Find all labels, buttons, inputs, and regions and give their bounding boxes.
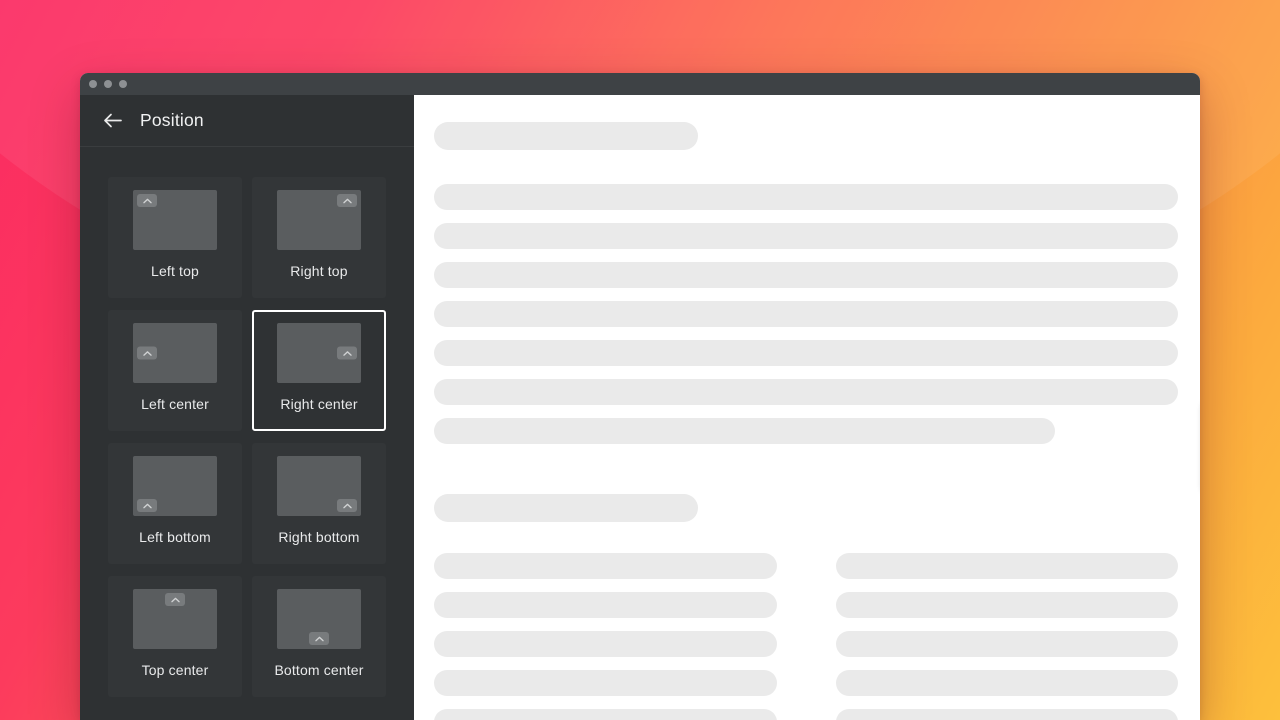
window-dot-close[interactable] xyxy=(89,80,97,88)
window-dot-minimize[interactable] xyxy=(104,80,112,88)
skeleton-row xyxy=(434,262,1178,288)
skeleton-column-left xyxy=(434,553,777,720)
chevron-up-icon xyxy=(337,194,357,207)
position-card-top-center[interactable]: Top center xyxy=(108,576,242,697)
content-pane: TO TOP xyxy=(414,95,1200,720)
position-card-label: Right top xyxy=(290,263,348,279)
position-card-grid: Left top Right top Left center Right center… xyxy=(80,147,414,720)
content-block-secondary xyxy=(414,457,1200,720)
page-title: Position xyxy=(140,110,204,130)
skeleton-row xyxy=(434,223,1178,249)
position-card-label: Right bottom xyxy=(278,529,360,545)
skeleton-row xyxy=(434,379,1178,405)
skeleton-row xyxy=(434,709,777,720)
skeleton-heading xyxy=(434,122,698,150)
chevron-up-icon xyxy=(337,346,357,360)
window-body: Position Left top Right top Left center Rig… xyxy=(80,95,1200,720)
chevron-up-icon xyxy=(137,346,157,360)
skeleton-row xyxy=(434,301,1178,327)
chevron-up-icon xyxy=(137,499,157,512)
skeleton-row xyxy=(835,553,1178,579)
position-card-label: Left top xyxy=(151,263,199,279)
position-preview-thumbnail xyxy=(277,589,361,649)
skeleton-row xyxy=(434,592,777,618)
skeleton-heading xyxy=(434,494,698,522)
skeleton-row xyxy=(835,631,1178,657)
chevron-up-icon xyxy=(337,499,357,512)
position-preview-thumbnail xyxy=(133,589,217,649)
skeleton-row xyxy=(434,631,777,657)
position-preview-thumbnail xyxy=(133,456,217,516)
skeleton-row xyxy=(434,418,1056,444)
browser-window: Position Left top Right top Left center Rig… xyxy=(80,73,1200,720)
position-sidebar: Position Left top Right top Left center Rig… xyxy=(80,95,414,720)
skeleton-row xyxy=(835,709,1178,720)
chevron-up-icon xyxy=(309,632,329,645)
position-card-label: Top center xyxy=(141,662,209,678)
position-preview-thumbnail xyxy=(277,456,361,516)
position-preview-thumbnail xyxy=(133,323,217,383)
position-card-right-bottom[interactable]: Right bottom xyxy=(252,443,386,564)
chevron-up-icon xyxy=(137,194,157,207)
position-card-label: Left center xyxy=(141,396,209,412)
position-preview-thumbnail xyxy=(277,323,361,383)
skeleton-column-right xyxy=(835,553,1178,720)
skeleton-row xyxy=(434,184,1178,210)
skeleton-row xyxy=(835,670,1178,696)
position-card-label: Left bottom xyxy=(139,529,211,545)
position-card-label: Bottom center xyxy=(274,662,364,678)
position-preview-thumbnail xyxy=(277,190,361,250)
window-dot-maximize[interactable] xyxy=(119,80,127,88)
chevron-up-icon xyxy=(165,593,185,606)
position-card-left-bottom[interactable]: Left bottom xyxy=(108,443,242,564)
position-card-left-top[interactable]: Left top xyxy=(108,177,242,298)
skeleton-row xyxy=(434,553,777,579)
skeleton-row xyxy=(434,670,777,696)
window-titlebar xyxy=(80,73,1200,95)
position-card-right-center[interactable]: Right center xyxy=(252,310,386,431)
content-block-primary xyxy=(414,122,1200,444)
skeleton-row xyxy=(835,592,1178,618)
skeleton-two-column xyxy=(434,553,1178,720)
skeleton-row xyxy=(434,340,1178,366)
position-card-bottom-center[interactable]: Bottom center xyxy=(252,576,386,697)
arrow-left-icon[interactable] xyxy=(102,111,122,131)
position-preview-thumbnail xyxy=(133,190,217,250)
skeleton-row-group xyxy=(434,184,1178,444)
sidebar-header: Position xyxy=(80,95,414,147)
position-card-right-top[interactable]: Right top xyxy=(252,177,386,298)
position-card-label: Right center xyxy=(280,396,358,412)
position-card-left-center[interactable]: Left center xyxy=(108,310,242,431)
